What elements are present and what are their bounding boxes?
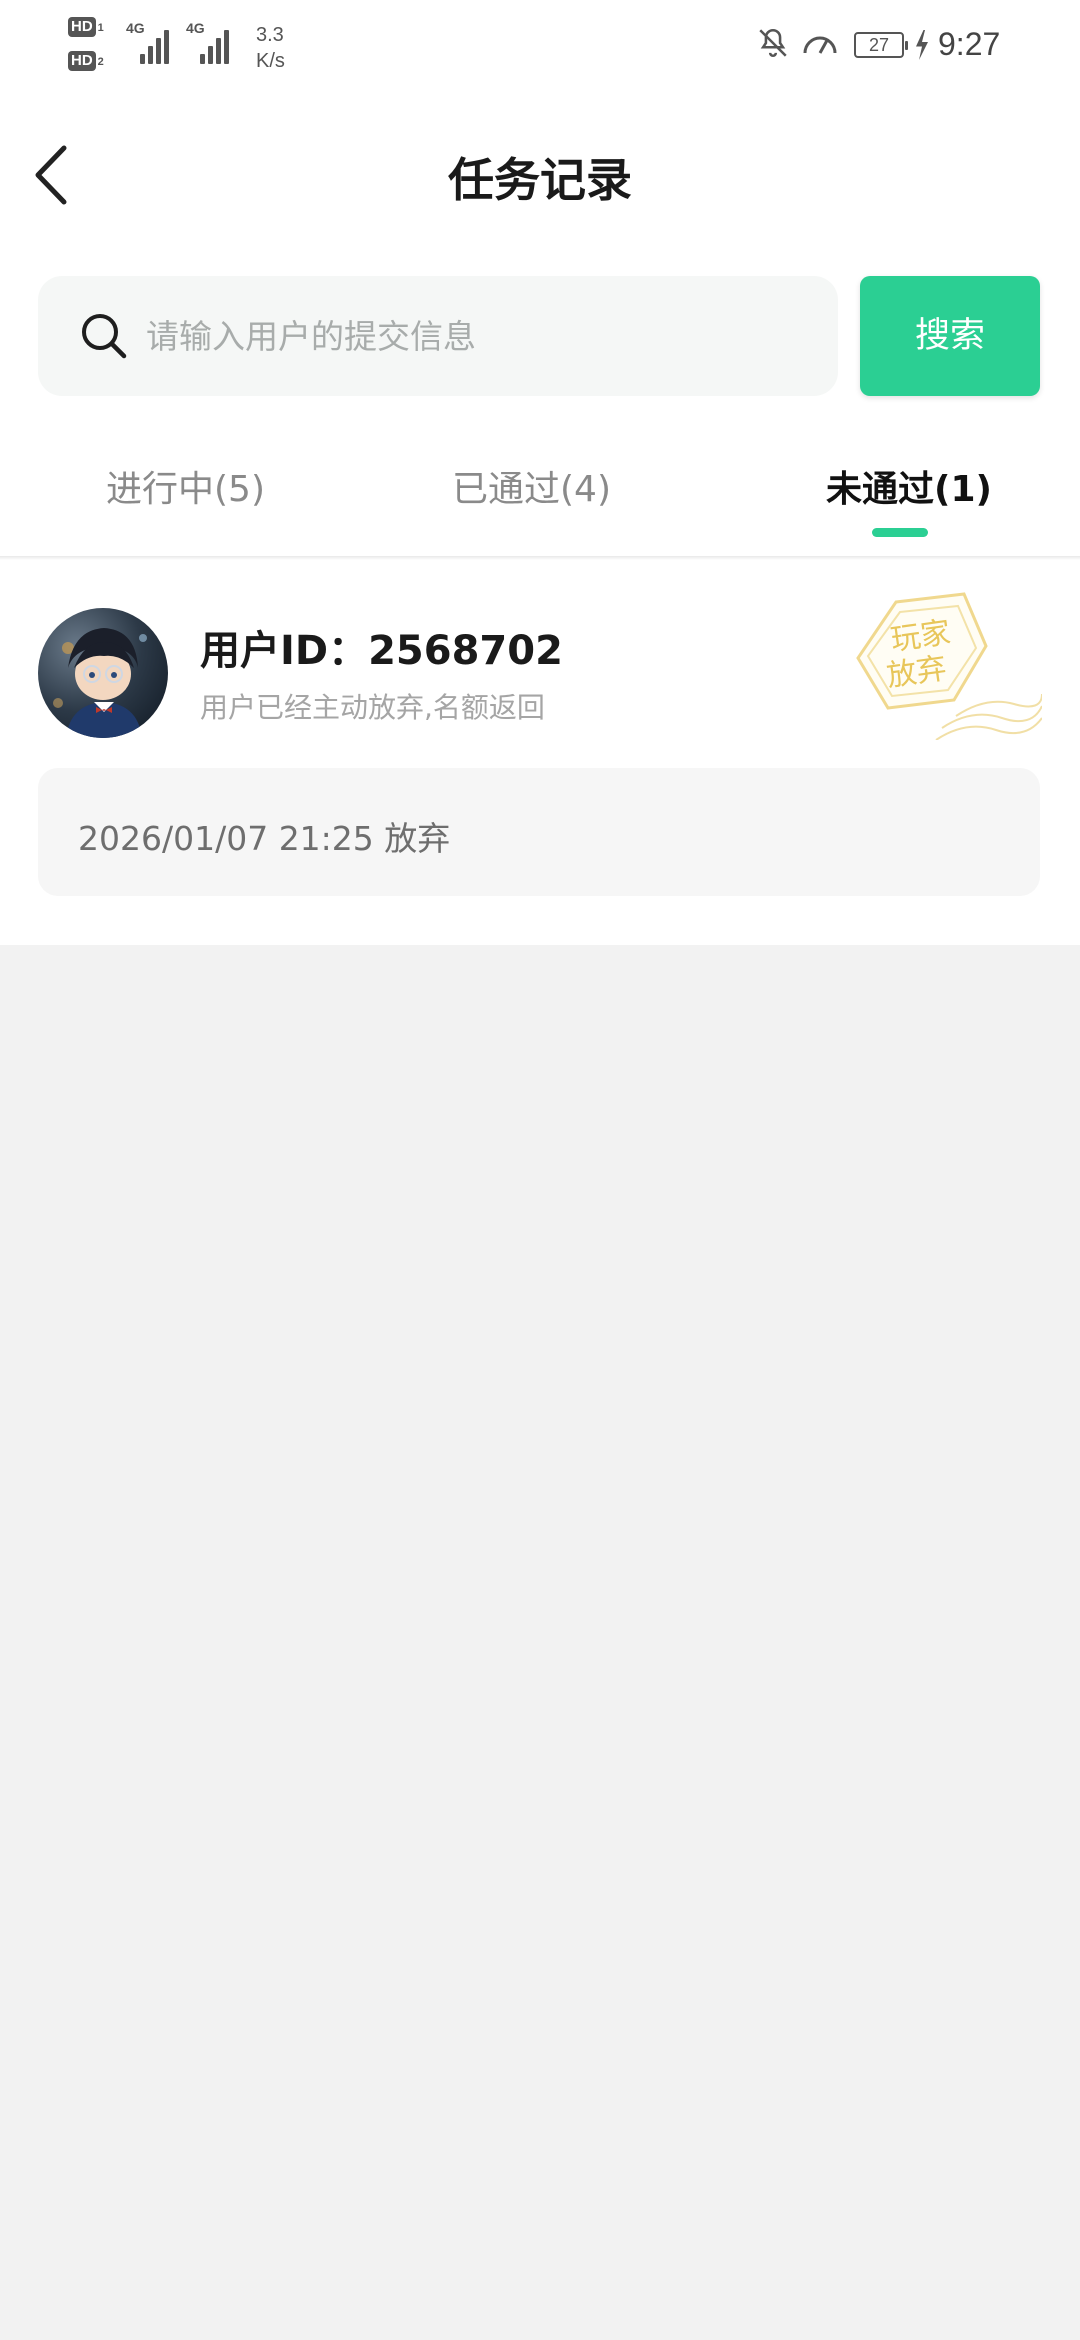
record-time-box: 2026/01/07 21:25 放弃: [38, 768, 1040, 896]
network-speed-value: 3.3: [256, 24, 284, 46]
active-tab-indicator: [872, 528, 928, 537]
sim2-number: 2: [97, 56, 104, 68]
abandoned-stamp: 玩家 放弃: [846, 590, 1043, 741]
record-description: 用户已经主动放弃,名额返回: [200, 691, 545, 724]
sim2-indicator: HD 2: [68, 50, 108, 72]
tab-passed[interactable]: 已通过(4): [452, 460, 611, 512]
header-bar: 任务记录: [0, 120, 1080, 230]
network-speed: 3.3 K/s: [256, 22, 285, 74]
record-timestamp: 2026/01/07 21:25 放弃: [78, 819, 451, 858]
signal-bars-icon-2: [200, 24, 236, 64]
sim1-hd-label: HD: [68, 17, 96, 37]
speed-meter-icon: [803, 36, 837, 54]
battery-indicator: 27: [854, 32, 908, 58]
notifications-off-icon: [759, 28, 787, 57]
sim2-hd-label: HD: [68, 51, 96, 71]
network-speed-unit: K/s: [256, 50, 285, 72]
status-time: 9:27: [938, 26, 1001, 62]
sim1-indicator: HD 1: [68, 16, 108, 38]
avatar-image: [53, 628, 147, 738]
user-id: 用户ID：2568702: [200, 628, 563, 674]
search-button[interactable]: 搜索: [860, 276, 1040, 396]
sim1-number: 1: [97, 22, 104, 34]
search-input[interactable]: [146, 304, 806, 368]
tab-failed[interactable]: 未通过(1): [826, 460, 992, 512]
charging-bolt-icon: [916, 30, 928, 60]
search-icon: [82, 314, 127, 359]
tab-bar: 进行中(5) 已通过(4) 未通过(1): [0, 430, 1080, 560]
status-right: 27 9:27: [756, 18, 1056, 72]
avatar: [38, 608, 168, 738]
record-item[interactable]: 用户ID：2568702 用户已经主动放弃,名额返回 玩家 放弃 2026/01…: [0, 560, 1080, 945]
search-bar[interactable]: [38, 276, 838, 396]
signal-bars-icon: [140, 24, 176, 64]
tab-in-progress[interactable]: 进行中(5): [106, 460, 265, 512]
status-bar: HD 1 HD 2 4G 4G 3.3 K/s 27 9:27: [0, 0, 1080, 90]
page-title: 任务记录: [448, 153, 632, 207]
stamp-icon: 玩家 放弃: [856, 592, 1043, 741]
